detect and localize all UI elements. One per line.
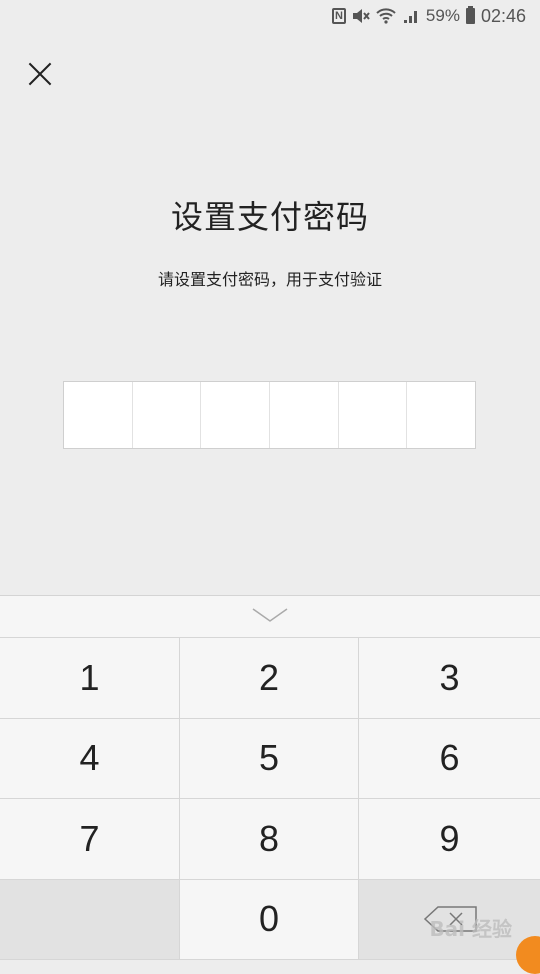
pin-digit-box bbox=[133, 382, 202, 448]
4g-signal-icon bbox=[402, 6, 420, 26]
pin-digit-box bbox=[339, 382, 408, 448]
key-8[interactable]: 8 bbox=[180, 799, 359, 880]
corner-badge-icon bbox=[516, 936, 540, 974]
key-0[interactable]: 0 bbox=[180, 879, 359, 960]
password-input[interactable] bbox=[63, 381, 476, 449]
pin-digit-box bbox=[201, 382, 271, 448]
key-1[interactable]: 1 bbox=[0, 638, 180, 719]
page-subtitle: 请设置支付密码，用于支付验证 bbox=[157, 270, 382, 289]
key-3[interactable]: 3 bbox=[359, 638, 540, 719]
key-9[interactable]: 9 bbox=[359, 799, 540, 880]
baidu-watermark: Bai 经验 bbox=[429, 917, 512, 941]
key-6[interactable]: 6 bbox=[359, 718, 540, 799]
numeric-keypad: 1 2 3 4 5 6 7 8 9 0 bbox=[0, 595, 540, 960]
pin-digit-box bbox=[407, 382, 475, 448]
key-empty bbox=[0, 879, 180, 960]
nfc-icon: N bbox=[331, 8, 346, 24]
key-2[interactable]: 2 bbox=[180, 638, 359, 719]
keypad-collapse-button[interactable] bbox=[0, 596, 540, 638]
key-4[interactable]: 4 bbox=[0, 718, 180, 799]
close-icon[interactable] bbox=[26, 60, 54, 88]
battery-percent: 59% bbox=[425, 6, 460, 25]
mute-icon bbox=[352, 6, 370, 26]
battery-icon bbox=[465, 6, 475, 24]
chevron-down-icon bbox=[252, 608, 288, 622]
pin-digit-box bbox=[64, 382, 133, 448]
wifi-icon bbox=[376, 6, 396, 26]
pin-digit-box bbox=[270, 382, 339, 448]
clock: 02:46 bbox=[480, 5, 526, 26]
key-5[interactable]: 5 bbox=[180, 718, 359, 799]
page-title: 设置支付密码 bbox=[170, 198, 369, 236]
key-7[interactable]: 7 bbox=[0, 799, 180, 880]
status-bar: N 59% 02:46 bbox=[0, 0, 540, 32]
